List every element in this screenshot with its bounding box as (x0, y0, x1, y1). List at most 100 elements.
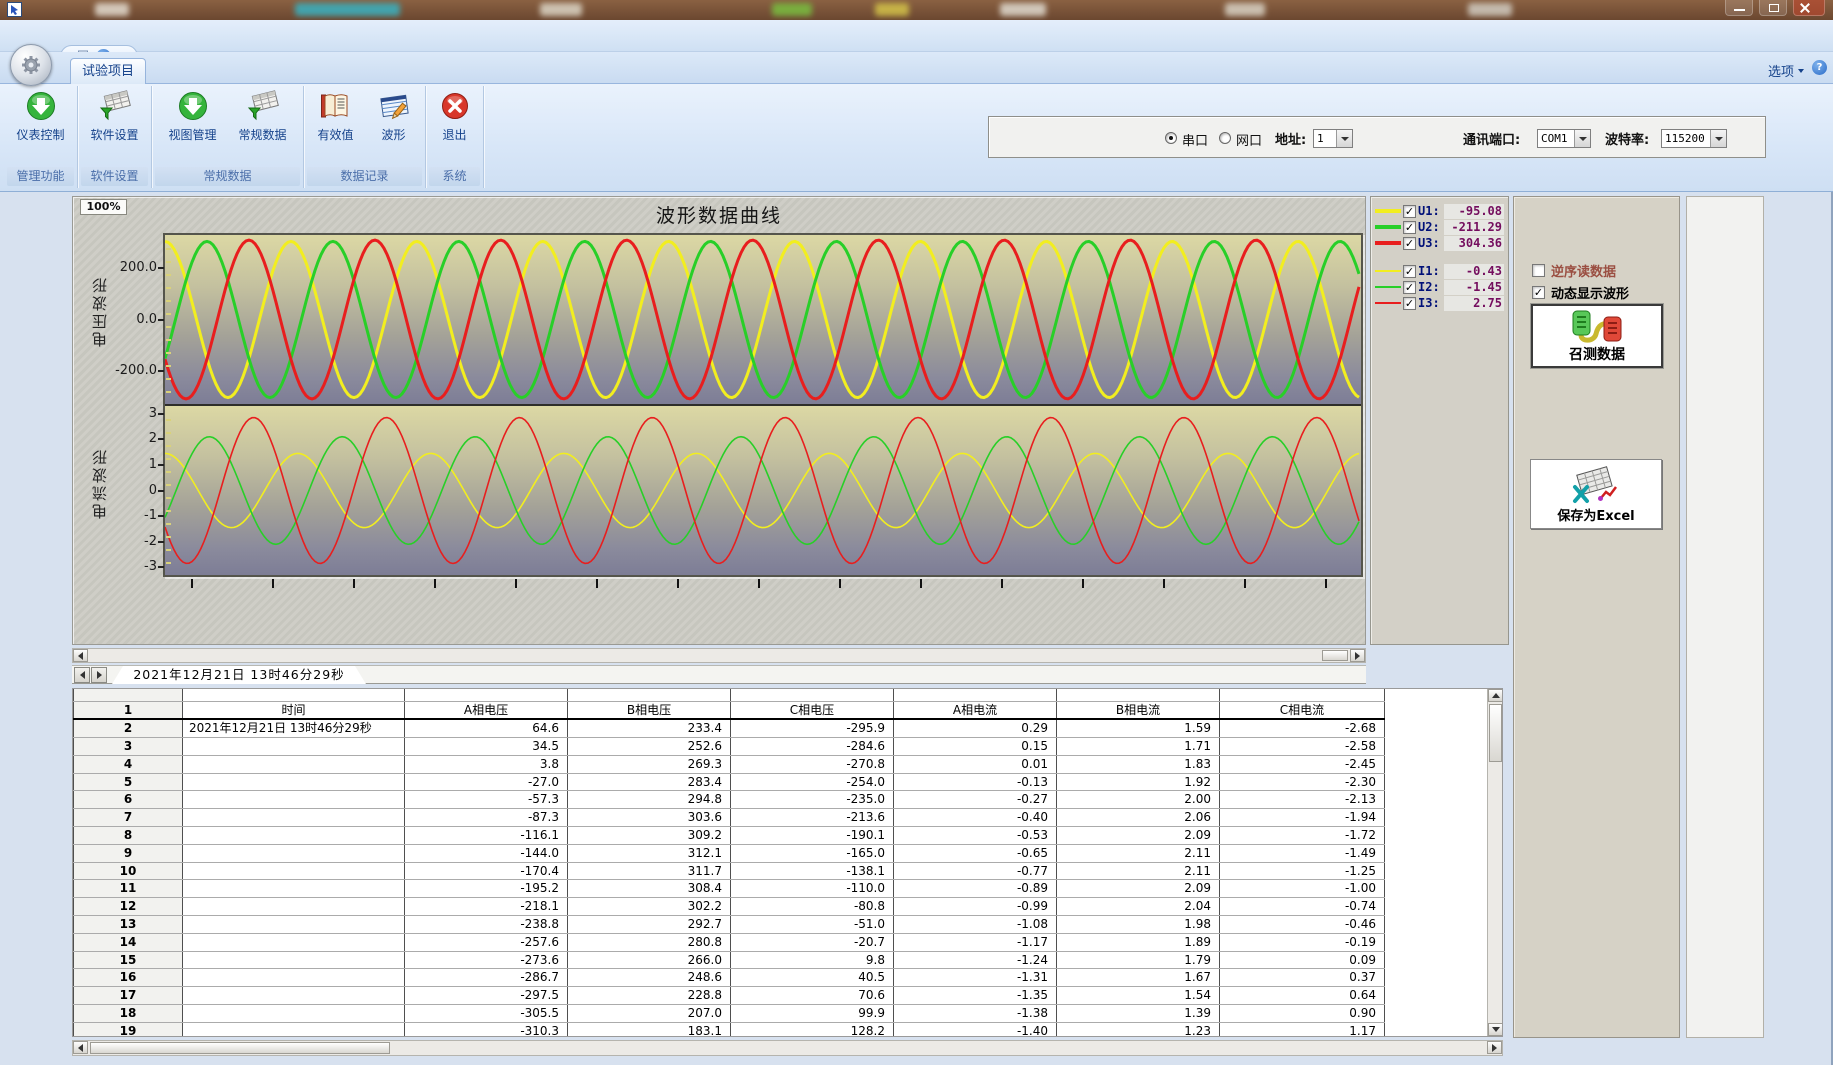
row-number-cell[interactable]: 13 (74, 916, 183, 934)
dropdown-button[interactable] (1710, 130, 1726, 147)
column-header-cell[interactable]: 时间 (183, 701, 405, 719)
dynamic-wave-option[interactable]: ✓ 动态显示波形 (1532, 283, 1629, 302)
row-number-cell[interactable]: 1 (74, 701, 183, 719)
table-cell[interactable]: 0.09 (1220, 951, 1385, 969)
scroll-down-button[interactable] (1488, 1023, 1503, 1036)
table-cell[interactable]: -27.0 (405, 773, 568, 791)
table-cell[interactable]: -1.94 (1220, 809, 1385, 827)
table-cell[interactable] (183, 862, 405, 880)
table-cell[interactable]: 0.29 (894, 719, 1057, 737)
software-settings-button[interactable]: 软件设置 (80, 90, 150, 164)
table-cell[interactable] (183, 791, 405, 809)
table-cell[interactable]: -87.3 (405, 809, 568, 827)
table-cell[interactable]: -2.58 (1220, 738, 1385, 756)
column-header-cell[interactable]: A相电压 (405, 701, 568, 719)
row-number-cell[interactable]: 2 (74, 719, 183, 737)
table-cell[interactable]: 269.3 (568, 755, 731, 773)
table-cell[interactable]: 2.06 (1057, 809, 1220, 827)
table-cell[interactable]: 1.54 (1057, 987, 1220, 1005)
reverse-read-option[interactable]: 逆序读数据 (1532, 261, 1616, 280)
table-cell[interactable]: -305.5 (405, 1005, 568, 1023)
view-management-button[interactable]: 视图管理 (158, 90, 228, 164)
table-cell[interactable]: -235.0 (731, 791, 894, 809)
table-cell[interactable]: -0.40 (894, 809, 1057, 827)
row-number-cell[interactable]: 16 (74, 969, 183, 987)
table-cell[interactable]: -238.8 (405, 916, 568, 934)
table-cell[interactable]: -116.1 (405, 827, 568, 845)
table-cell[interactable]: -1.17 (894, 933, 1057, 951)
row-number-cell[interactable]: 10 (74, 862, 183, 880)
table-cell[interactable] (894, 689, 1057, 701)
table-cell[interactable]: 70.6 (731, 987, 894, 1005)
table-cell[interactable]: -20.7 (731, 933, 894, 951)
table-cell[interactable]: -1.08 (894, 916, 1057, 934)
table-cell[interactable]: 292.7 (568, 916, 731, 934)
table-cell[interactable]: 0.37 (1220, 969, 1385, 987)
column-header-cell[interactable]: C相电压 (731, 701, 894, 719)
row-number-cell[interactable]: 4 (74, 755, 183, 773)
table-cell[interactable]: 3.8 (405, 755, 568, 773)
address-select[interactable]: 1 (1313, 129, 1353, 148)
table-cell[interactable]: -0.77 (894, 862, 1057, 880)
app-menu-orb[interactable] (10, 44, 52, 86)
legend-checkbox[interactable]: ✓ (1403, 281, 1416, 294)
row-number-cell[interactable]: 12 (74, 898, 183, 916)
column-header-cell[interactable]: C相电流 (1220, 701, 1385, 719)
table-cell[interactable]: 0.01 (894, 755, 1057, 773)
table-cell[interactable] (183, 844, 405, 862)
regular-data-button[interactable]: 常规数据 (228, 90, 298, 164)
table-cell[interactable]: -80.8 (731, 898, 894, 916)
table-vertical-scrollbar[interactable] (1487, 689, 1503, 1036)
table-cell[interactable]: -295.9 (731, 719, 894, 737)
dropdown-button[interactable] (1574, 130, 1590, 147)
net-port-radio[interactable] (1219, 132, 1231, 144)
table-cell[interactable]: 312.1 (568, 844, 731, 862)
table-cell[interactable]: -1.35 (894, 987, 1057, 1005)
table-cell[interactable]: 2.00 (1057, 791, 1220, 809)
legend-checkbox[interactable]: ✓ (1403, 265, 1416, 278)
row-number-cell[interactable]: 9 (74, 844, 183, 862)
table-cell[interactable]: -0.27 (894, 791, 1057, 809)
table-cell[interactable] (568, 689, 731, 701)
table-cell[interactable]: 128.2 (731, 1022, 894, 1037)
table-cell[interactable]: 1.79 (1057, 951, 1220, 969)
table-cell[interactable] (1220, 689, 1385, 701)
table-cell[interactable]: -1.40 (894, 1022, 1057, 1037)
table-cell[interactable]: -310.3 (405, 1022, 568, 1037)
table-horizontal-scrollbar[interactable] (72, 1040, 1503, 1056)
table-cell[interactable] (183, 916, 405, 934)
table-cell[interactable]: 1.67 (1057, 969, 1220, 987)
scroll-right-button[interactable] (1487, 1041, 1502, 1054)
table-cell[interactable] (183, 773, 405, 791)
table-cell[interactable]: -218.1 (405, 898, 568, 916)
table-cell[interactable]: -57.3 (405, 791, 568, 809)
table-cell[interactable]: 308.4 (568, 880, 731, 898)
table-cell[interactable]: -1.25 (1220, 862, 1385, 880)
meter-control-button[interactable]: 仪表控制 (6, 90, 76, 164)
table-cell[interactable]: 40.5 (731, 969, 894, 987)
table-cell[interactable]: 1.71 (1057, 738, 1220, 756)
rms-values-button[interactable]: 有效值 (307, 90, 365, 164)
table-cell[interactable] (183, 880, 405, 898)
table-cell[interactable] (1057, 689, 1220, 701)
table-cell[interactable]: 280.8 (568, 933, 731, 951)
column-header-cell[interactable]: B相电压 (568, 701, 731, 719)
ribbon-help-icon[interactable]: ? (1812, 60, 1827, 75)
table-cell[interactable]: -1.49 (1220, 844, 1385, 862)
table-cell[interactable]: -2.68 (1220, 719, 1385, 737)
waveform-button[interactable]: 波形 (365, 90, 423, 164)
app-icon[interactable] (7, 2, 22, 17)
table-cell[interactable]: -165.0 (731, 844, 894, 862)
options-button[interactable]: 选项 (1768, 61, 1804, 80)
row-number-cell[interactable]: 5 (74, 773, 183, 791)
table-cell[interactable]: -1.38 (894, 1005, 1057, 1023)
row-number-cell[interactable]: 3 (74, 738, 183, 756)
table-cell[interactable]: 1.89 (1057, 933, 1220, 951)
table-cell[interactable] (731, 689, 894, 701)
sheet-prev-button[interactable] (74, 667, 90, 683)
table-cell[interactable] (183, 689, 405, 701)
comm-port-select[interactable]: COM1 (1537, 129, 1591, 148)
scroll-thumb[interactable] (90, 1042, 390, 1054)
table-cell[interactable]: 0.15 (894, 738, 1057, 756)
column-header-cell[interactable]: A相电流 (894, 701, 1057, 719)
